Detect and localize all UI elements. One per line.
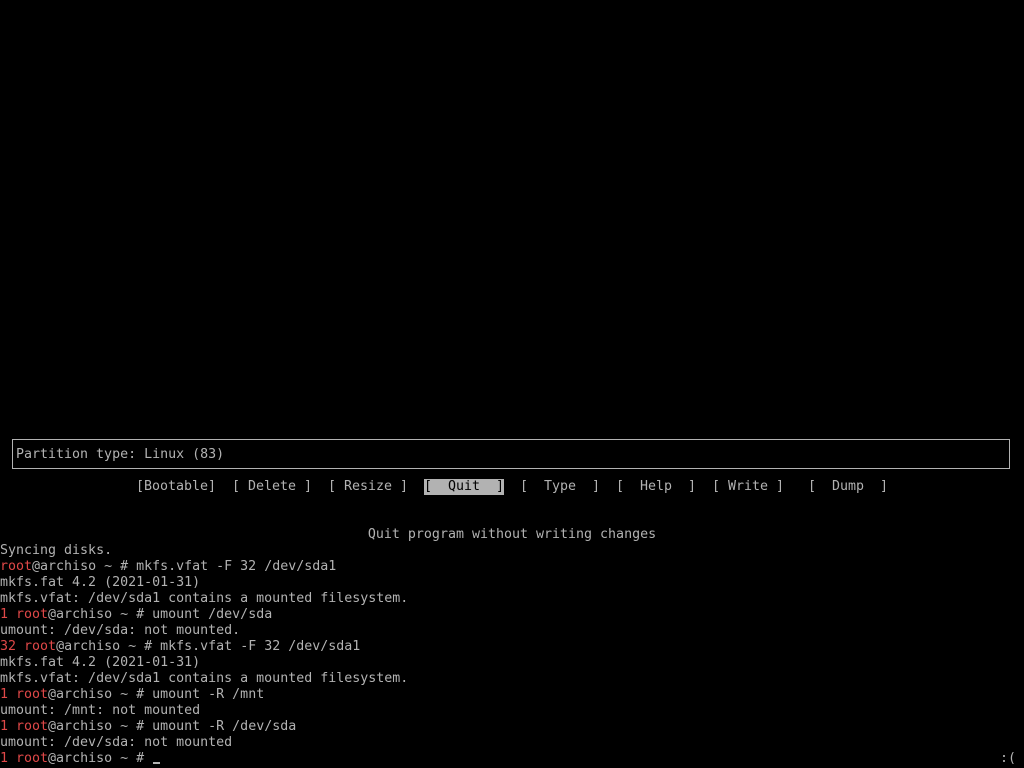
terminal-output-line: mkfs.vfat: /dev/sda1 contains a mounted … [0, 671, 408, 687]
command-text: umount -R /dev/sda [152, 719, 297, 734]
terminal-output-line: mkfs.fat 4.2 (2021-01-31) [0, 655, 200, 671]
output-text: mkfs.fat 4.2 (2021-01-31) [0, 655, 201, 670]
command-text: mkfs.vfat -F 32 /dev/sda1 [160, 639, 361, 654]
output-text: mkfs.vfat: /dev/sda1 contains a mounted … [0, 591, 409, 606]
status-face: :( [999, 751, 1016, 766]
prompt-host: @archiso ~ # [56, 639, 161, 654]
exit-code: 32 [0, 639, 25, 654]
command-text: mkfs.vfat -F 32 /dev/sda1 [136, 559, 337, 574]
terminal-output-line: umount: /mnt: not mounted [0, 703, 200, 719]
terminal-output-line: umount: /dev/sda: not mounted. [0, 623, 240, 639]
prompt-user: root [0, 559, 33, 574]
terminal-prompt-line: 32 root@archiso ~ # mkfs.vfat -F 32 /dev… [0, 639, 360, 655]
exit-code: 1 [0, 719, 17, 734]
menu-resize-button[interactable]: [ Resize ] [328, 479, 408, 495]
terminal-prompt-line: 1 root@archiso ~ # umount -R /mnt [0, 687, 264, 703]
prompt-user: root [24, 639, 57, 654]
terminal-output-line: mkfs.fat 4.2 (2021-01-31) [0, 575, 200, 591]
prompt-user: root [16, 607, 49, 622]
terminal-prompt-line: 1 root@archiso ~ # umount /dev/sda [0, 607, 272, 623]
output-text: Syncing disks. [0, 543, 113, 558]
partition-type-text: Partition type: Linux (83) [16, 447, 225, 462]
menu-dump-button[interactable]: [ Dump ] [808, 479, 888, 495]
menu-quit-button[interactable]: [ Quit ] [424, 479, 505, 495]
menu-help-button[interactable]: [ Help ] [616, 479, 696, 495]
command-text: umount /dev/sda [152, 607, 273, 622]
prompt-host: @archiso ~ # [48, 687, 153, 702]
output-text: mkfs.vfat: /dev/sda1 contains a mounted … [0, 671, 409, 686]
cfdisk-menu-bar: [Bootable] [ Delete ] [ Resize ] [ Quit … [0, 479, 1024, 495]
terminal-prompt-line: 1 root@archiso ~ # umount -R /dev/sda [0, 719, 296, 735]
command-text: umount -R /mnt [152, 687, 265, 702]
prompt-user: root [16, 687, 49, 702]
exit-code: 1 [0, 687, 17, 702]
prompt-user: root [16, 719, 49, 734]
terminal-screen[interactable]: Partition type: Linux (83) [Bootable] [ … [0, 0, 1024, 768]
text-cursor [153, 762, 161, 764]
exit-code: 1 [0, 607, 17, 622]
output-text: umount: /mnt: not mounted [0, 703, 201, 718]
menu-delete-button[interactable]: [ Delete ] [232, 479, 312, 495]
terminal-output-line: Syncing disks. [0, 543, 112, 559]
output-text: umount: /dev/sda: not mounted. [0, 623, 241, 638]
terminal-output-line: umount: /dev/sda: not mounted [0, 735, 232, 751]
partition-info-box: Partition type: Linux (83) [12, 439, 1010, 469]
terminal-prompt-line: root@archiso ~ # mkfs.vfat -F 32 /dev/sd… [0, 559, 336, 575]
output-text: umount: /dev/sda: not mounted [0, 735, 233, 750]
terminal-input-line[interactable]: 1 root@archiso ~ # [0, 751, 161, 767]
prompt-host: @archiso ~ # [48, 719, 153, 734]
prompt-host: @archiso ~ # [48, 607, 153, 622]
terminal-output-line: mkfs.vfat: /dev/sda1 contains a mounted … [0, 591, 408, 607]
prompt-host: @archiso ~ # [32, 559, 137, 574]
prompt-user: root [16, 751, 49, 766]
menu-help-text: Quit program without writing changes [367, 527, 657, 542]
exit-code: 1 [0, 751, 17, 766]
output-text: mkfs.fat 4.2 (2021-01-31) [0, 575, 201, 590]
menu-type-button[interactable]: [ Type ] [520, 479, 600, 495]
menu-write-button[interactable]: [ Write ] [712, 479, 784, 495]
prompt-host: @archiso ~ # [48, 751, 153, 766]
menu-bootable-button[interactable]: [Bootable] [136, 479, 216, 495]
